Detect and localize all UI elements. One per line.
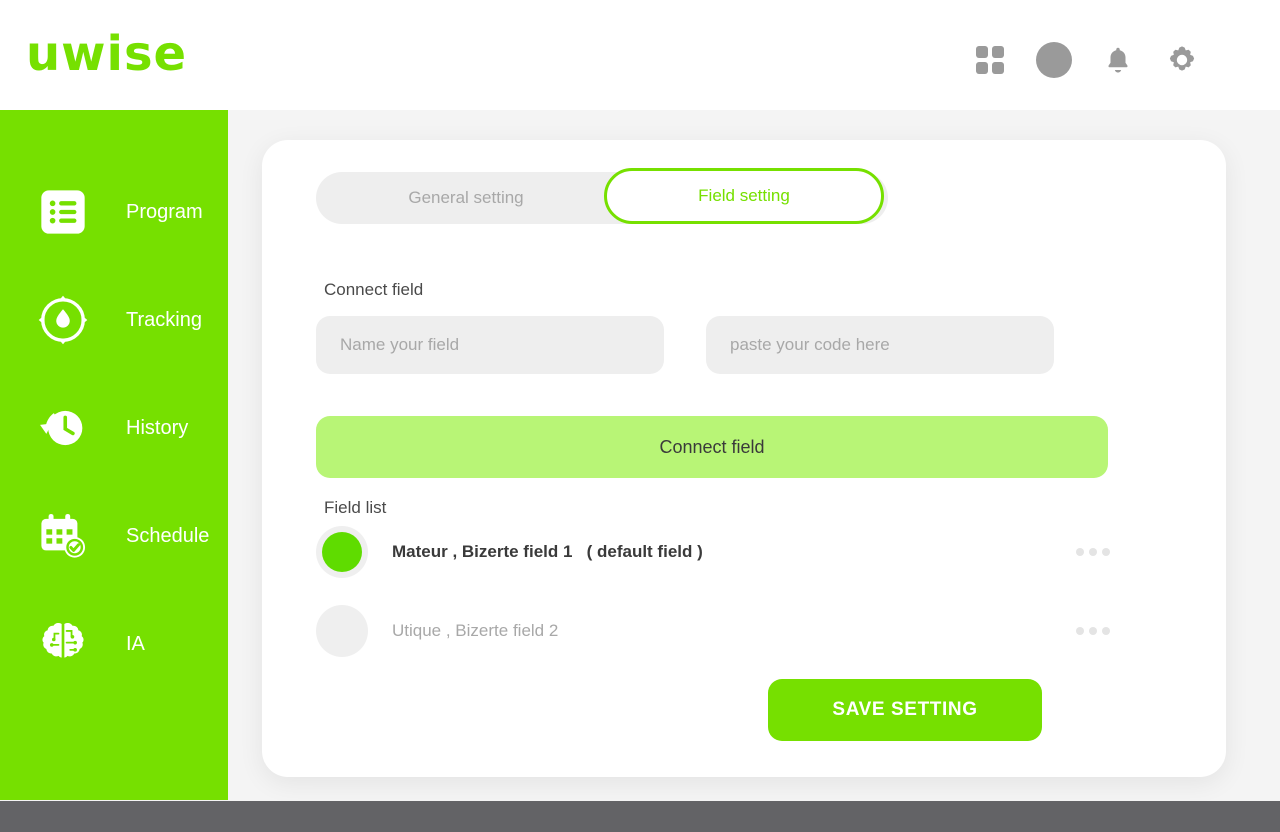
list-icon bbox=[34, 183, 92, 241]
field-list-item-label: Utique , Bizerte field 2 bbox=[392, 621, 559, 640]
water-drop-cycle-icon bbox=[34, 291, 92, 349]
brain-circuit-icon bbox=[34, 615, 92, 673]
tab-field-setting[interactable]: Field setting bbox=[604, 168, 884, 224]
sidebar-item-label: IA bbox=[126, 632, 145, 655]
settings-tabs: General setting Field setting bbox=[316, 168, 888, 224]
field-list-label: Field list bbox=[324, 498, 387, 517]
app-logo: uwise bbox=[26, 26, 188, 82]
sidebar-item-label: Tracking bbox=[126, 308, 202, 331]
field-list-item-1[interactable]: Mateur , Bizerte field 1 ( default field… bbox=[316, 523, 1110, 581]
bell-icon-glyph bbox=[1108, 47, 1128, 73]
field-list-item-2[interactable]: Utique , Bizerte field 2 bbox=[316, 602, 1110, 660]
field-code-input[interactable] bbox=[706, 316, 1054, 374]
sidebar-item-ia[interactable]: IA bbox=[0, 590, 228, 698]
gear-icon[interactable] bbox=[1162, 40, 1202, 80]
clock-back-icon bbox=[34, 399, 92, 457]
connect-field-label: Connect field bbox=[324, 280, 424, 299]
bell-icon[interactable] bbox=[1098, 40, 1138, 80]
clock-back-icon-glyph bbox=[40, 410, 83, 446]
save-setting-button[interactable]: SAVE SETTING bbox=[768, 679, 1042, 741]
calendar-check-icon bbox=[34, 507, 92, 565]
settings-card: General setting Field setting Connect fi… bbox=[262, 140, 1226, 777]
sidebar-item-label: Schedule bbox=[126, 524, 210, 547]
water-drop-cycle-icon-glyph bbox=[38, 295, 88, 345]
field-name-input[interactable] bbox=[316, 316, 664, 374]
field-radio-unselected[interactable] bbox=[316, 605, 368, 657]
header-icon-group bbox=[970, 40, 1202, 80]
field-radio-selected[interactable] bbox=[316, 526, 368, 578]
sidebar-item-label: Program bbox=[126, 200, 203, 223]
field-options-icon[interactable] bbox=[1076, 627, 1110, 635]
grid-icon[interactable] bbox=[970, 40, 1010, 80]
field-options-icon[interactable] bbox=[1076, 548, 1110, 556]
list-icon-glyph bbox=[41, 190, 85, 234]
connect-field-inputs bbox=[316, 316, 1110, 374]
sidebar-item-label: History bbox=[126, 416, 189, 439]
field-list-item-label: Mateur , Bizerte field 1 ( default field… bbox=[392, 542, 703, 561]
brain-circuit-icon-glyph bbox=[42, 622, 84, 658]
sidebar: Program Tracking History Schedule IA bbox=[0, 110, 228, 800]
app-header: uwise bbox=[0, 0, 1280, 110]
avatar-icon[interactable] bbox=[1034, 40, 1074, 80]
grid-icon-glyph bbox=[976, 46, 1004, 74]
app-root: uwise Program Tracking History Schedule … bbox=[0, 0, 1280, 832]
sidebar-item-history[interactable]: History bbox=[0, 374, 228, 482]
sidebar-item-schedule[interactable]: Schedule bbox=[0, 482, 228, 590]
calendar-check-icon-glyph bbox=[41, 513, 86, 558]
sidebar-item-tracking[interactable]: Tracking bbox=[0, 266, 228, 374]
avatar-icon-glyph bbox=[1036, 42, 1072, 78]
tab-general-setting[interactable]: General setting bbox=[316, 172, 616, 224]
gear-icon-glyph bbox=[1169, 46, 1195, 71]
connect-field-button[interactable]: Connect field bbox=[316, 416, 1108, 478]
sidebar-item-program[interactable]: Program bbox=[0, 158, 228, 266]
bottom-bar bbox=[0, 801, 1280, 832]
radio-dot-icon bbox=[322, 532, 362, 572]
